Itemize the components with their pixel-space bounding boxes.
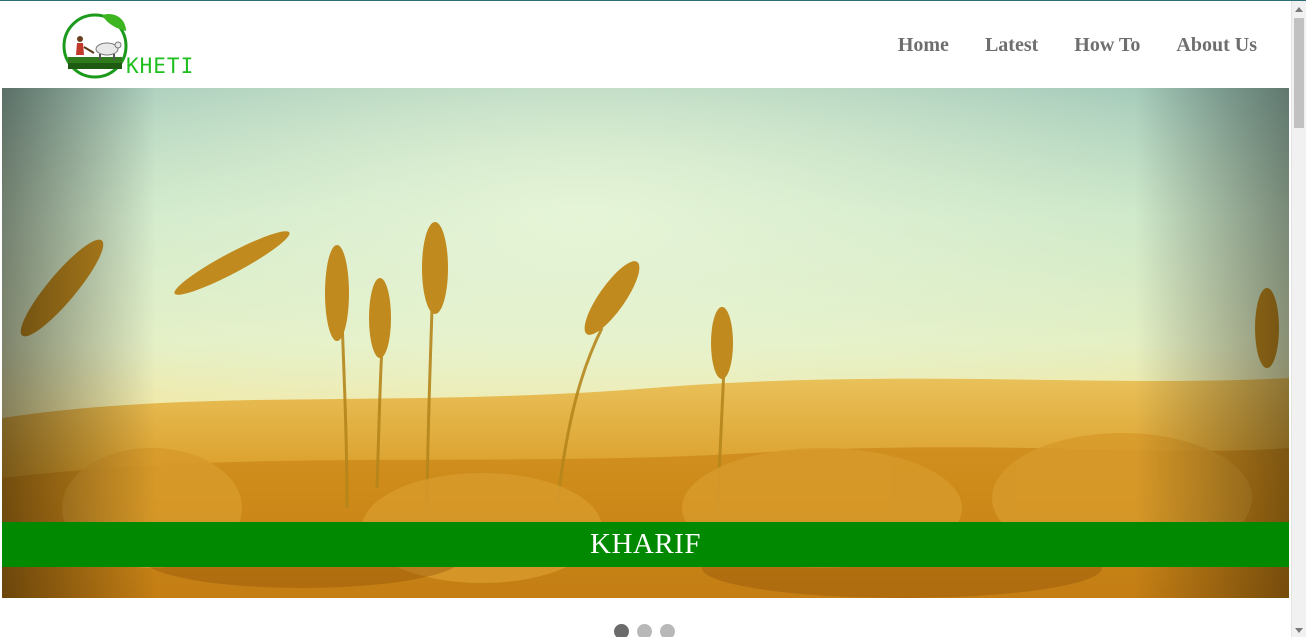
site-logo[interactable]: KHETI bbox=[60, 9, 210, 81]
page: KHETI Home Latest How To About Us KHARIF bbox=[0, 0, 1306, 637]
scroll-up-arrow-icon[interactable] bbox=[1295, 7, 1303, 12]
nav-home[interactable]: Home bbox=[898, 31, 949, 59]
nav-how-to[interactable]: How To bbox=[1074, 31, 1140, 59]
nav-about-us[interactable]: About Us bbox=[1176, 31, 1257, 59]
slide-caption-bar: KHARIF bbox=[2, 522, 1289, 567]
carousel-dot-1[interactable] bbox=[614, 624, 629, 637]
scroll-down-arrow-icon[interactable] bbox=[1295, 628, 1303, 633]
carousel-dot-3[interactable] bbox=[660, 624, 675, 637]
logo-text: KHETI bbox=[126, 54, 195, 78]
farmer-plough-logo-icon bbox=[62, 13, 128, 79]
carousel-indicators bbox=[614, 624, 675, 637]
main-nav: Home Latest How To About Us bbox=[862, 31, 1257, 59]
carousel-dot-2[interactable] bbox=[637, 624, 652, 637]
scrollbar-thumb[interactable] bbox=[1294, 18, 1304, 128]
hero-carousel[interactable]: KHARIF bbox=[2, 88, 1289, 598]
slide-caption: KHARIF bbox=[590, 528, 701, 560]
nav-latest[interactable]: Latest bbox=[985, 31, 1038, 59]
site-header: KHETI Home Latest How To About Us bbox=[2, 1, 1289, 88]
vertical-scrollbar[interactable] bbox=[1291, 1, 1306, 637]
